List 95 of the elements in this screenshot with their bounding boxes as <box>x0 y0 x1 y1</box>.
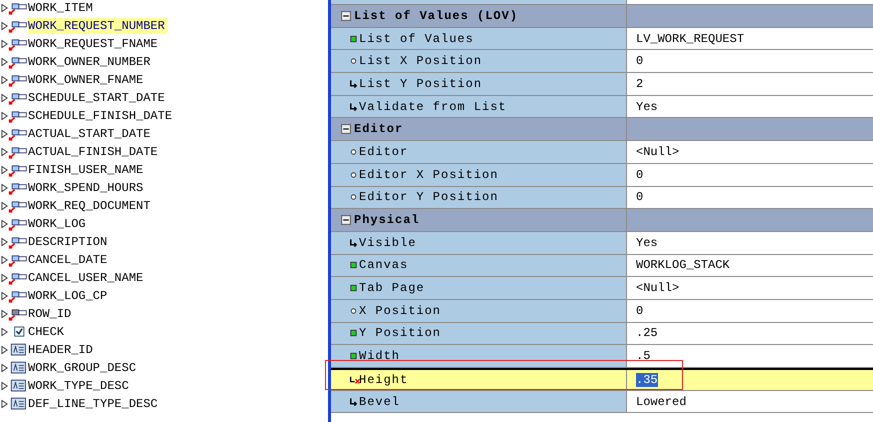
tree-item[interactable]: WORK_OWNER_NUMBER <box>28 54 152 70</box>
property-name: Bevel <box>359 394 400 409</box>
tree-item[interactable]: WORK_REQUEST_FNAME <box>28 36 160 52</box>
tree-item[interactable]: ROW_ID <box>28 306 74 322</box>
text-item-icon <box>8 199 28 213</box>
property-value[interactable]: <Null> <box>636 144 680 159</box>
text-item-icon <box>8 163 28 177</box>
property-name: X Position <box>359 304 442 318</box>
property-value[interactable]: .35 <box>636 372 658 387</box>
tree-item[interactable]: SCHEDULE_START_DATE <box>28 90 167 106</box>
property-value[interactable]: LV_WORK_REQUEST <box>636 32 744 46</box>
text-item-icon <box>8 307 28 321</box>
text-item-icon <box>8 145 28 159</box>
tree-item[interactable]: HEADER_ID <box>28 342 95 358</box>
bent-arrow-cross-icon <box>349 374 362 385</box>
property-value[interactable]: Lowered <box>636 394 686 409</box>
property-name: Width <box>359 349 400 364</box>
tree-item[interactable]: ACTUAL_FINISH_DATE <box>28 144 160 160</box>
text-item-icon <box>8 289 28 303</box>
square-icon <box>349 260 358 270</box>
property-name: Tab Page <box>359 281 425 296</box>
property-name: List X Position <box>359 54 482 68</box>
tree-item[interactable]: WORK_SPEND_HOURS <box>28 180 146 196</box>
dot-icon <box>349 146 358 157</box>
tree-item[interactable]: CANCEL_DATE <box>28 252 110 268</box>
property-name: Visible <box>359 236 416 250</box>
text-item-icon <box>8 19 28 33</box>
property-name: Validate from List <box>359 100 507 114</box>
collapse-icon[interactable] <box>341 10 351 21</box>
tree-item[interactable]: DEF_LINE_TYPE_DESC <box>28 396 160 412</box>
property-value[interactable]: 2 <box>636 76 644 91</box>
dot-icon <box>349 192 358 202</box>
text-item-icon <box>8 253 28 267</box>
square-icon <box>349 34 358 44</box>
dot-icon <box>349 306 358 316</box>
dot-icon <box>349 170 358 180</box>
tree-item[interactable]: CHECK <box>28 324 66 340</box>
dot-icon <box>349 56 358 66</box>
tree-item[interactable]: FINISH_USER_NAME <box>28 162 146 178</box>
text-item-icon <box>8 127 28 141</box>
property-value[interactable]: Yes <box>636 236 658 250</box>
tree-item[interactable]: DESCRIPTION <box>28 234 110 250</box>
property-value[interactable]: <Null> <box>636 281 680 296</box>
collapse-icon[interactable] <box>341 215 351 226</box>
property-name: Y Position <box>359 326 442 340</box>
property-value[interactable]: WORKLOG_STACK <box>636 258 730 272</box>
square-icon <box>349 351 358 362</box>
text-item-icon <box>8 73 28 87</box>
property-value[interactable]: .25 <box>636 326 658 340</box>
tree-item[interactable]: CANCEL_USER_NAME <box>28 270 146 286</box>
display-item-icon <box>8 379 28 393</box>
tree-item[interactable]: SCHEDULE_FINISH_DATE <box>28 108 174 124</box>
property-value[interactable]: .5 <box>636 349 650 364</box>
tree-item[interactable]: WORK_TYPE_DESC <box>28 378 131 394</box>
property-name: Editor Y Position <box>359 190 498 204</box>
property-name: List of Values <box>359 32 474 46</box>
property-value[interactable]: 0 <box>636 168 644 182</box>
display-item-icon <box>8 343 28 357</box>
text-item-icon <box>8 271 28 285</box>
text-item-icon <box>8 181 28 195</box>
text-item-icon <box>8 217 28 231</box>
tree-item[interactable]: WORK_LOG <box>28 216 88 232</box>
property-value[interactable]: 0 <box>636 54 644 68</box>
property-name: List Y Position <box>359 76 482 91</box>
bent-arrow-icon <box>349 102 358 112</box>
tree-item[interactable]: ACTUAL_START_DATE <box>28 126 152 142</box>
text-item-icon <box>8 109 28 123</box>
collapse-icon[interactable] <box>341 124 351 134</box>
property-name: Editor <box>359 144 408 159</box>
property-name: Canvas <box>359 258 408 272</box>
tree-item[interactable]: WORK_ITEM <box>28 0 95 16</box>
text-item-icon <box>8 235 28 249</box>
bent-arrow-icon <box>349 396 358 407</box>
property-value[interactable]: 0 <box>636 190 644 204</box>
tree-item[interactable]: WORK_OWNER_FNAME <box>28 72 146 88</box>
property-name: Height <box>359 372 408 387</box>
display-item-icon <box>8 361 28 375</box>
property-value[interactable]: Yes <box>636 100 658 114</box>
tree-item[interactable]: WORK_LOG_CP <box>28 288 110 304</box>
group-heading: Physical <box>354 213 420 228</box>
square-icon <box>349 328 358 338</box>
property-name: Editor X Position <box>359 168 498 182</box>
group-heading: Editor <box>354 122 404 136</box>
text-item-icon <box>8 37 28 51</box>
bent-arrow-icon <box>349 78 358 89</box>
square-icon <box>349 283 358 294</box>
tree-item[interactable]: WORK_REQ_DOCUMENT <box>28 198 152 214</box>
text-item-icon <box>8 55 28 69</box>
tree-item[interactable]: WORK_REQUEST_NUMBER <box>28 18 167 34</box>
group-heading: List of Values (LOV) <box>354 8 518 23</box>
property-value[interactable]: 0 <box>636 304 644 318</box>
bent-arrow-icon <box>349 238 358 248</box>
display-item-icon <box>8 397 28 411</box>
tree-item[interactable]: WORK_GROUP_DESC <box>28 360 138 376</box>
text-item-icon <box>8 91 28 105</box>
